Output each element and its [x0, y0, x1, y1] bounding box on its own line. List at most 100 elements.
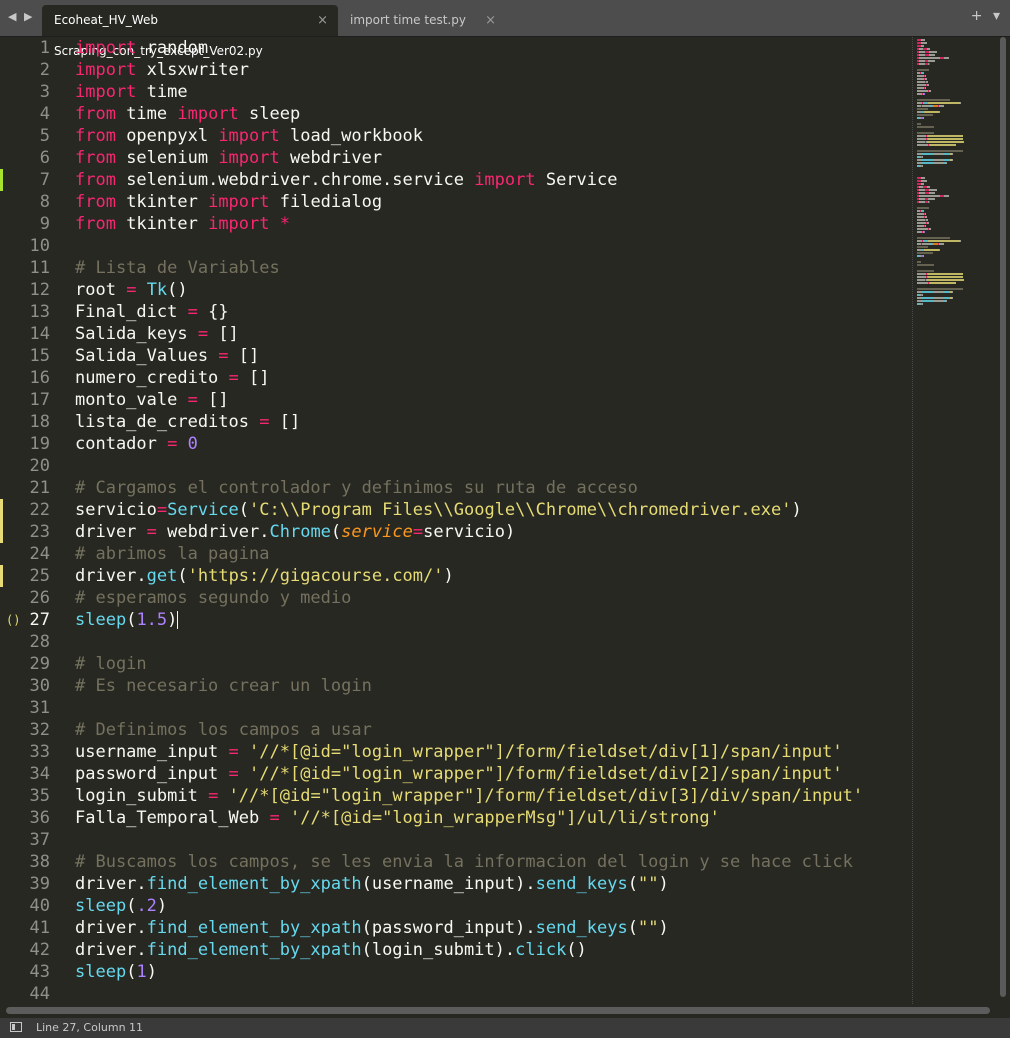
minimap-stroke [924, 249, 939, 251]
code-line[interactable]: driver = webdriver.Chrome(service=servic… [75, 521, 905, 543]
code-line[interactable]: from selenium import webdriver [75, 147, 905, 169]
code-line[interactable]: from selenium.webdriver.chrome.service i… [75, 169, 905, 191]
code-token: selenium [115, 148, 219, 168]
tab-nav-arrows[interactable]: ◀ ▶ [8, 10, 34, 23]
code-line[interactable]: sleep(.2) [75, 895, 905, 917]
code-token: (login_submit). [361, 940, 516, 960]
code-token: tkinter [115, 192, 209, 212]
code-line[interactable]: ​ [75, 697, 905, 719]
code-token: 1.5 [136, 610, 168, 630]
new-tab-icon[interactable]: + [971, 8, 983, 24]
vertical-scrollbar[interactable] [1000, 37, 1006, 997]
code-line[interactable]: import random [75, 37, 905, 59]
line-number-text: 27 [29, 610, 50, 630]
code-line[interactable]: Falla_Temporal_Web = '//*[@id="login_wra… [75, 807, 905, 829]
code-line[interactable]: from time import sleep [75, 103, 905, 125]
code-line[interactable]: ​ [75, 235, 905, 257]
code-token: from [75, 126, 116, 146]
code-token: ( [330, 522, 342, 542]
editor[interactable]: 1 2 3 4 5 6 7 8 9 10 11 12 13 14 15 16 17 18 19 20 21 22 23 24 2… [0, 37, 1010, 1004]
code-token: ) [167, 610, 178, 630]
minimap-stroke [917, 213, 924, 215]
code-line[interactable]: sleep(1) [75, 961, 905, 983]
code-line[interactable]: root = Tk() [75, 279, 905, 301]
code-token: webdriver [279, 148, 383, 168]
code-line[interactable]: servicio=Service('C:\\Program Files\\Goo… [75, 499, 905, 521]
minimap-stroke [921, 291, 934, 293]
code-line[interactable]: Final_dict = {} [75, 301, 905, 323]
line-number-text: 20 [29, 456, 50, 476]
code-token: "" [637, 874, 659, 894]
code-line[interactable]: # Lista de Variables [75, 257, 905, 279]
code-line[interactable]: # esperamos segundo y medio [75, 587, 905, 609]
code-token: # Definimos los campos a usar [75, 720, 372, 740]
tab-menu-icon[interactable]: ▾ [993, 8, 1000, 24]
line-number-text: 39 [29, 874, 50, 894]
minimap-stroke [926, 219, 929, 221]
code-token: driver. [75, 918, 147, 938]
code-line[interactable]: driver.find_element_by_xpath(username_in… [75, 873, 905, 895]
code-line[interactable]: sleep(1.5) [75, 609, 905, 631]
minimap-stroke [920, 183, 924, 185]
code-line[interactable]: ​ [75, 829, 905, 851]
code-line[interactable]: lista_de_creditos = [] [75, 411, 905, 433]
code-line[interactable]: from openpyxl import load_workbook [75, 125, 905, 147]
code-line[interactable]: # login [75, 653, 905, 675]
panel-toggle-icon[interactable] [10, 1022, 22, 1032]
code-line[interactable]: numero_credito = [] [75, 367, 905, 389]
code-line[interactable]: Salida_keys = [] [75, 323, 905, 345]
code-line[interactable]: # Definimos los campos a usar [75, 719, 905, 741]
code-area[interactable]: import random import xlsxwriter import tim… [75, 37, 905, 1004]
code-line[interactable]: # abrimos la pagina [75, 543, 905, 565]
code-line[interactable]: driver.find_element_by_xpath(password_in… [75, 917, 905, 939]
code-line[interactable]: # Buscamos los campos, se les envia la i… [75, 851, 905, 873]
close-icon[interactable]: × [317, 5, 328, 36]
code-line[interactable]: import xlsxwriter [75, 59, 905, 81]
tab-import-time-test[interactable]: import time test.py × [338, 5, 506, 36]
code-line[interactable]: from tkinter import filedialog [75, 191, 905, 213]
line-number-text: 11 [29, 258, 50, 278]
change-marker [0, 169, 3, 191]
code-token: from [75, 104, 116, 124]
code-line[interactable]: ​ [75, 631, 905, 653]
code-line[interactable]: contador = 0 [75, 433, 905, 455]
code-token: driver. [75, 566, 147, 586]
minimap-stroke [924, 213, 927, 215]
code-token: = [187, 390, 198, 410]
code-line[interactable]: ​ [75, 983, 905, 1004]
minimap-stroke [939, 111, 940, 113]
code-line[interactable]: driver.get('https://gigacourse.com/') [75, 565, 905, 587]
code-line[interactable]: import time [75, 81, 905, 103]
code-line[interactable]: Salida_Values = [] [75, 345, 905, 367]
code-token: Service [535, 170, 618, 190]
close-icon[interactable]: × [485, 5, 496, 36]
code-token: () [566, 940, 587, 960]
minimap-stroke [951, 297, 953, 299]
minimap-stroke [928, 135, 963, 137]
tab-ecoheat[interactable]: Ecoheat_HV_Web Scraping_con_try_except_V… [42, 5, 338, 58]
line-number-text: 9 [39, 214, 50, 234]
code-line[interactable]: driver.find_element_by_xpath(login_submi… [75, 939, 905, 961]
code-line[interactable]: username_input = '//*[@id="login_wrapper… [75, 741, 905, 763]
line-number: 7 [0, 169, 62, 191]
minimap-stroke [928, 102, 960, 104]
code-token: Falla_Temporal_Web [75, 808, 270, 828]
code-line[interactable]: password_input = '//*[@id="login_wrapper… [75, 763, 905, 785]
line-number-text: 17 [29, 390, 50, 410]
code-line[interactable]: from tkinter import * [75, 213, 905, 235]
minimap[interactable] [912, 37, 995, 1004]
code-line[interactable]: ​ [75, 455, 905, 477]
line-number: 18 [0, 411, 62, 433]
minimap-stroke [926, 141, 964, 143]
code-line[interactable]: # Cargamos el controlador y definimos su… [75, 477, 905, 499]
code-token: load_workbook [279, 126, 424, 146]
horizontal-scrollbar[interactable] [6, 1007, 990, 1014]
status-bar: Line 27, Column 11 [0, 1018, 1010, 1038]
minimap-stroke [917, 288, 963, 290]
code-line[interactable]: monto_vale = [] [75, 389, 905, 411]
line-number-text: 32 [29, 720, 50, 740]
code-line[interactable]: login_submit = '//*[@id="login_wrapper"]… [75, 785, 905, 807]
code-token: # Lista de Variables [75, 258, 280, 278]
code-line[interactable]: # Es necesario crear un login [75, 675, 905, 697]
